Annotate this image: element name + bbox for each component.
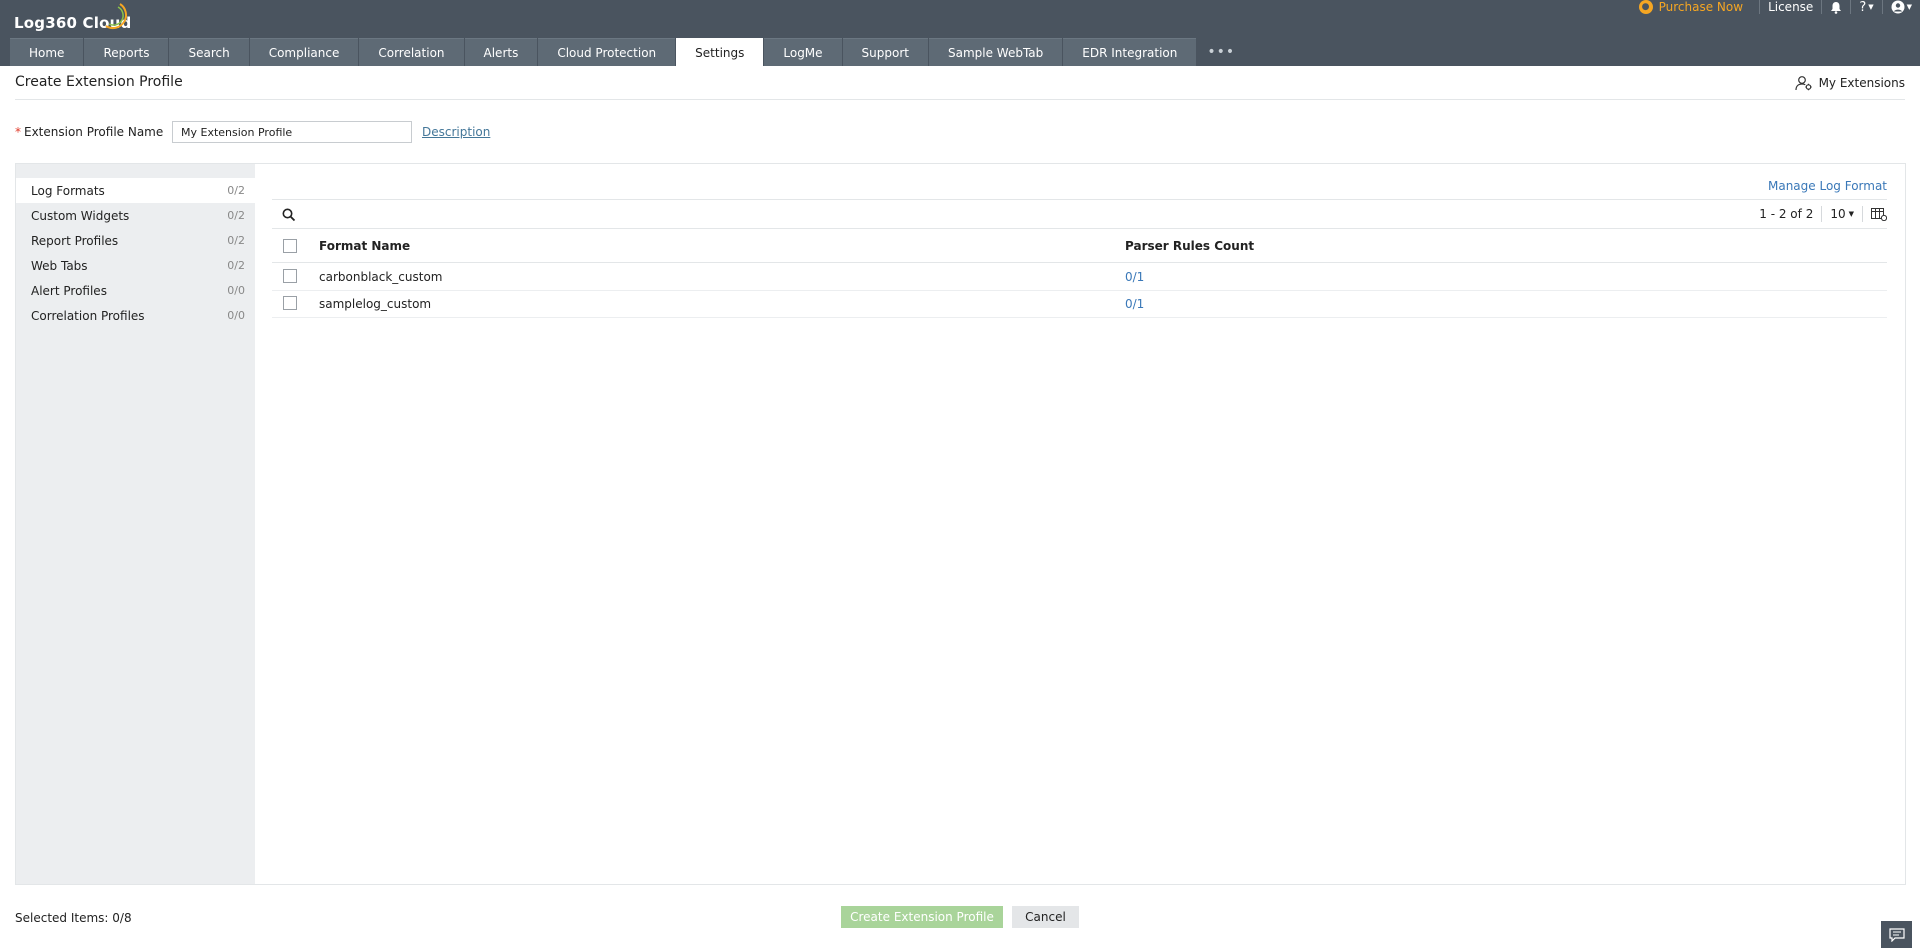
sidebar-item-count: 0/0 bbox=[227, 309, 245, 322]
sidebar-item-label: Correlation Profiles bbox=[31, 308, 145, 323]
tab-compliance[interactable]: Compliance bbox=[249, 38, 359, 66]
sidebar-item-alert-profiles[interactable]: Alert Profiles 0/0 bbox=[16, 278, 255, 303]
select-all-checkbox[interactable] bbox=[283, 239, 297, 253]
tab-correlation[interactable]: Correlation bbox=[359, 38, 464, 66]
tab-home[interactable]: Home bbox=[10, 38, 84, 66]
required-mark: * bbox=[15, 125, 21, 139]
help-icon: ? bbox=[1859, 0, 1867, 15]
parser-rules-count-link[interactable]: 0/1 bbox=[1125, 297, 1144, 311]
my-extensions-button[interactable]: My Extensions bbox=[1794, 75, 1905, 91]
pager-divider bbox=[1862, 206, 1863, 222]
sidebar-item-label: Web Tabs bbox=[31, 258, 88, 273]
page-size-value: 10 bbox=[1830, 207, 1846, 221]
parser-rules-count-link[interactable]: 0/1 bbox=[1125, 270, 1144, 284]
category-sidebar: Log Formats 0/2 Custom Widgets 0/2 Repor… bbox=[16, 164, 255, 884]
title-divider bbox=[15, 99, 1905, 100]
table-row: carbonblack_custom 0/1 bbox=[272, 264, 1887, 291]
header-actions: ● Purchase Now License ? ▼ ▼ bbox=[1638, 0, 1912, 15]
user-avatar-icon bbox=[1891, 0, 1905, 14]
extension-panel: Log Formats 0/2 Custom Widgets 0/2 Repor… bbox=[15, 163, 1906, 885]
header-divider bbox=[1850, 0, 1852, 14]
cancel-button[interactable]: Cancel bbox=[1012, 906, 1079, 928]
create-extension-profile-button[interactable]: Create Extension Profile bbox=[841, 906, 1003, 928]
cart-icon: ● bbox=[1638, 0, 1653, 14]
sidebar-item-label: Alert Profiles bbox=[31, 283, 107, 298]
my-extensions-label: My Extensions bbox=[1818, 76, 1905, 90]
page-size-select[interactable]: 10 ▼ bbox=[1830, 207, 1854, 221]
help-menu[interactable]: ? ▼ bbox=[1859, 0, 1873, 15]
pager-divider bbox=[1821, 206, 1823, 222]
table-toolbar: 1 - 2 of 2 10 ▼ bbox=[272, 199, 1887, 229]
more-tabs-icon[interactable]: ••• bbox=[1197, 38, 1245, 66]
license-link[interactable]: License bbox=[1768, 0, 1813, 14]
tab-cloud-protection[interactable]: Cloud Protection bbox=[538, 38, 676, 66]
sidebar-item-correlation-profiles[interactable]: Correlation Profiles 0/0 bbox=[16, 303, 255, 328]
log-formats-content: Manage Log Format 1 - 2 of 2 10 ▼ Format… bbox=[255, 164, 1905, 884]
sidebar-item-count: 0/2 bbox=[227, 259, 245, 272]
chat-button[interactable] bbox=[1881, 921, 1912, 948]
tab-edr-integration[interactable]: EDR Integration bbox=[1063, 38, 1197, 66]
row-checkbox[interactable] bbox=[283, 269, 297, 283]
logo-arc-icon bbox=[105, 3, 127, 29]
sidebar-item-custom-widgets[interactable]: Custom Widgets 0/2 bbox=[16, 203, 255, 228]
sidebar-item-count: 0/0 bbox=[227, 284, 245, 297]
tab-support[interactable]: Support bbox=[842, 38, 928, 66]
chat-icon bbox=[1888, 927, 1905, 942]
table-row: samplelog_custom 0/1 bbox=[272, 291, 1887, 318]
chevron-down-icon: ▼ bbox=[1848, 210, 1854, 218]
name-label-text: Extension Profile Name bbox=[24, 125, 164, 139]
sidebar-item-log-formats[interactable]: Log Formats 0/2 bbox=[16, 178, 255, 203]
table-header: Format Name Parser Rules Count bbox=[272, 230, 1887, 263]
tab-settings[interactable]: Settings bbox=[676, 38, 764, 66]
manage-log-format-link[interactable]: Manage Log Format bbox=[1768, 179, 1887, 193]
sidebar-item-label: Custom Widgets bbox=[31, 208, 130, 223]
pager-range: 1 - 2 of 2 bbox=[1759, 207, 1814, 221]
purchase-now-link[interactable]: ● Purchase Now bbox=[1638, 0, 1751, 14]
header-divider bbox=[1881, 0, 1883, 14]
tab-search[interactable]: Search bbox=[169, 38, 249, 66]
header-divider bbox=[1759, 0, 1761, 14]
tab-alerts[interactable]: Alerts bbox=[464, 38, 538, 66]
top-header: Log360 Cloud ● Purchase Now License ? ▼ … bbox=[0, 0, 1920, 66]
bell-icon[interactable] bbox=[1830, 1, 1842, 14]
user-settings-icon bbox=[1794, 76, 1812, 91]
chevron-down-icon: ▼ bbox=[1906, 3, 1912, 11]
column-header-parser-rules-count[interactable]: Parser Rules Count bbox=[1125, 239, 1254, 253]
sidebar-item-count: 0/2 bbox=[227, 184, 245, 197]
sidebar-item-count: 0/2 bbox=[227, 234, 245, 247]
user-menu[interactable]: ▼ bbox=[1891, 0, 1912, 14]
column-chooser-icon[interactable] bbox=[1871, 207, 1887, 221]
extension-profile-name-label: * Extension Profile Name bbox=[15, 125, 163, 139]
sidebar-item-count: 0/2 bbox=[227, 209, 245, 222]
page-title: Create Extension Profile bbox=[15, 74, 183, 90]
tab-sample-webtab[interactable]: Sample WebTab bbox=[928, 38, 1063, 66]
chevron-down-icon: ▼ bbox=[1868, 3, 1874, 11]
format-name-cell: carbonblack_custom bbox=[319, 270, 443, 284]
description-link[interactable]: Description bbox=[422, 125, 490, 139]
row-checkbox[interactable] bbox=[283, 296, 297, 310]
header-divider bbox=[1821, 0, 1823, 14]
purchase-now-label: Purchase Now bbox=[1658, 0, 1744, 14]
tab-logme[interactable]: LogMe bbox=[764, 38, 842, 66]
main-tabs: Home Reports Search Compliance Correlati… bbox=[10, 38, 1245, 66]
sidebar-item-label: Report Profiles bbox=[31, 233, 119, 248]
extension-profile-name-input[interactable] bbox=[172, 121, 412, 143]
sidebar-item-report-profiles[interactable]: Report Profiles 0/2 bbox=[16, 228, 255, 253]
pagination: 1 - 2 of 2 10 ▼ bbox=[1759, 200, 1887, 228]
format-name-cell: samplelog_custom bbox=[319, 297, 432, 311]
search-icon[interactable] bbox=[282, 208, 296, 222]
tab-reports[interactable]: Reports bbox=[84, 38, 169, 66]
column-header-format-name[interactable]: Format Name bbox=[319, 239, 410, 253]
sidebar-item-label: Log Formats bbox=[31, 183, 105, 198]
selected-items-count: Selected Items: 0/8 bbox=[15, 911, 132, 925]
sidebar-item-web-tabs[interactable]: Web Tabs 0/2 bbox=[16, 253, 255, 278]
